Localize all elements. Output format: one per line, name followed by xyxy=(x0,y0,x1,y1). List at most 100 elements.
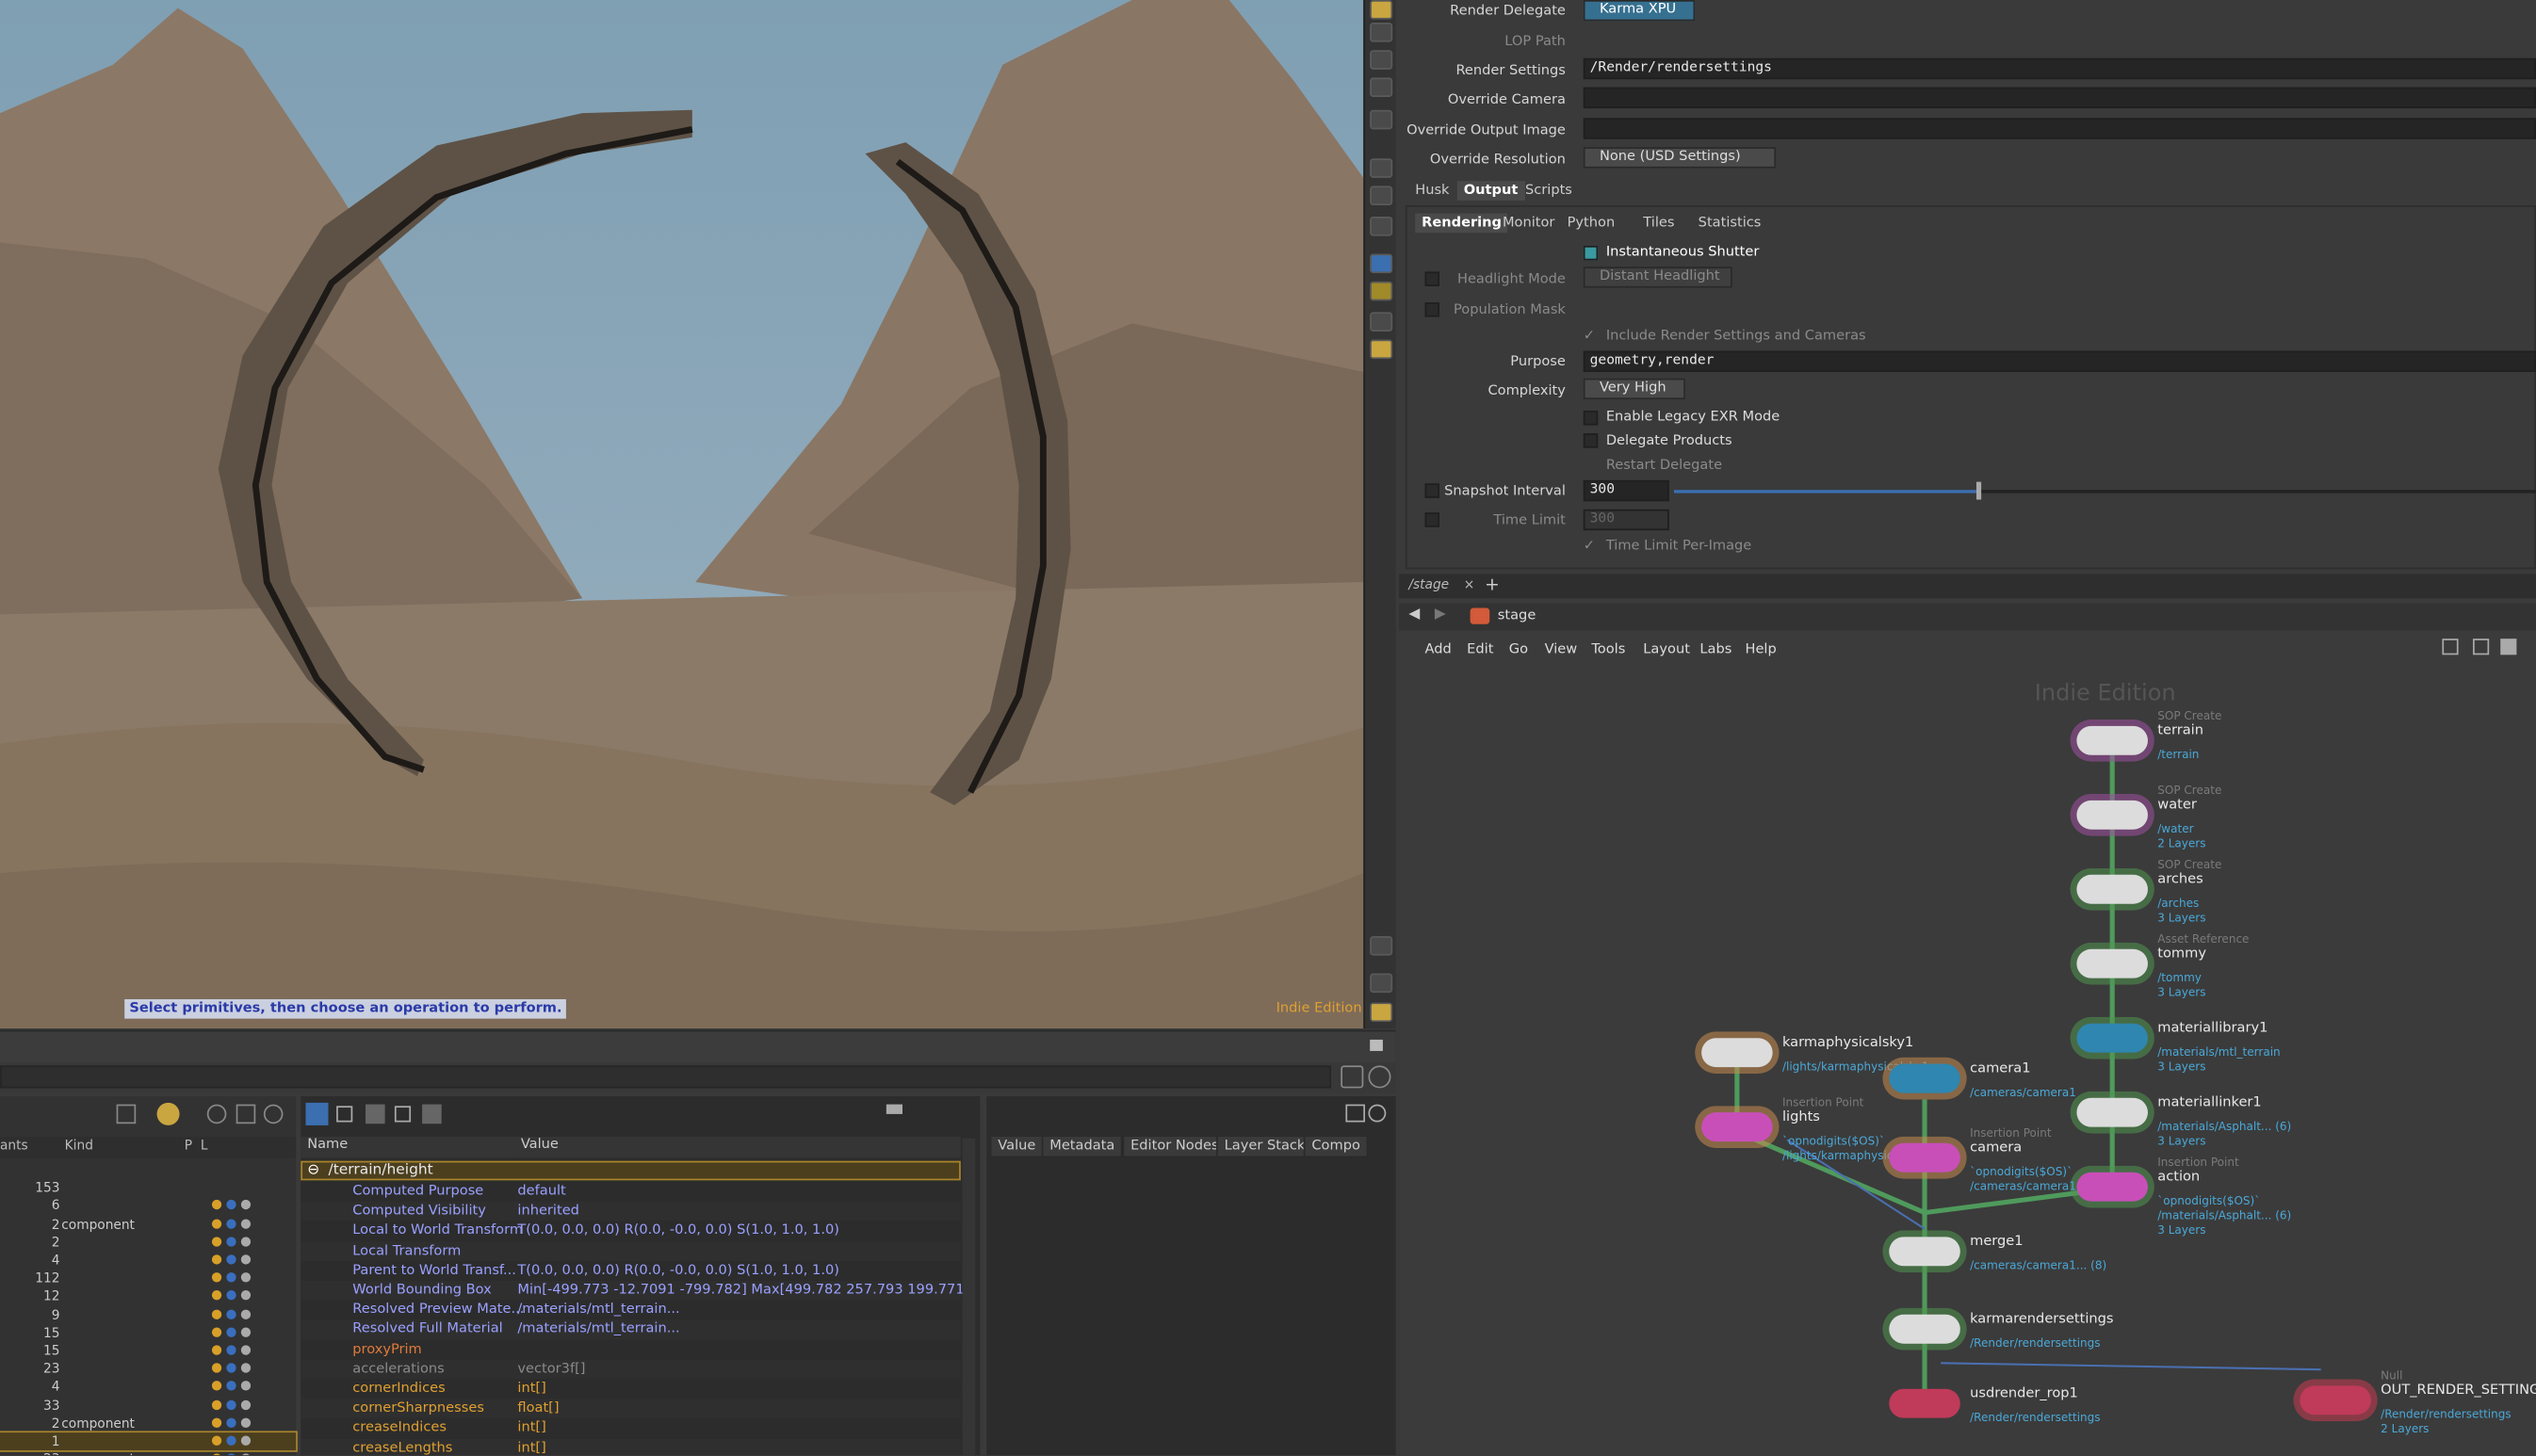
descendants-header[interactable]: ants xyxy=(0,1139,28,1153)
node-name[interactable]: camera1 xyxy=(1970,1060,2030,1076)
node-name[interactable]: merge1 xyxy=(1970,1234,2023,1250)
slider-handle[interactable] xyxy=(1975,481,1982,500)
attribute-row[interactable]: cornerSharpnesses float[] xyxy=(301,1399,961,1419)
network-node[interactable] xyxy=(1889,1142,1960,1173)
view-icon[interactable] xyxy=(1370,312,1393,332)
node-name[interactable]: usdrender_rop1 xyxy=(1970,1385,2078,1401)
pane-menu-icon[interactable] xyxy=(1370,1039,1383,1051)
visibility-icons[interactable] xyxy=(211,1415,273,1431)
eye-icon[interactable] xyxy=(226,1308,236,1319)
value-pane-tab[interactable]: Layer Stack xyxy=(1216,1135,1313,1158)
rendering-subtab[interactable]: Rendering xyxy=(1415,213,1508,234)
camera-icon[interactable] xyxy=(1345,1104,1366,1123)
render-settings-field[interactable]: /Render/rendersettings xyxy=(1583,57,2536,80)
node-name[interactable]: OUT_RENDER_SETTINGS xyxy=(2381,1383,2536,1399)
select-icon[interactable] xyxy=(240,1290,252,1302)
scene-path-field[interactable] xyxy=(0,1065,1331,1089)
value-pane-tab[interactable]: Editor Nodes xyxy=(1122,1135,1227,1158)
power-icon[interactable] xyxy=(211,1399,222,1410)
scene-graph-row[interactable]: 15 xyxy=(0,1324,296,1342)
complexity-menu[interactable]: Very High xyxy=(1583,378,1685,400)
attribute-row[interactable]: Local to World Transform T(0.0, 0.0, 0.0)… xyxy=(301,1221,961,1241)
select-icon[interactable] xyxy=(240,1453,252,1456)
scene-graph-row[interactable]: 112 xyxy=(0,1270,296,1287)
select-icon[interactable] xyxy=(240,1272,252,1283)
power-icon[interactable] xyxy=(211,1237,222,1247)
override-res-menu[interactable]: None (USD Settings) xyxy=(1583,147,1777,169)
eye-icon[interactable] xyxy=(226,1272,236,1283)
network-node[interactable] xyxy=(2076,1097,2148,1127)
network-node[interactable] xyxy=(1889,1237,1960,1267)
node-name[interactable]: water xyxy=(2157,797,2197,813)
visibility-icons[interactable] xyxy=(211,1378,273,1394)
power-icon[interactable] xyxy=(211,1453,222,1456)
scene-graph-row[interactable]: 2 component xyxy=(0,1415,296,1432)
select-icon[interactable] xyxy=(240,1327,252,1337)
select-icon[interactable] xyxy=(240,1345,252,1355)
eye-icon[interactable] xyxy=(226,1237,236,1247)
select-icon[interactable] xyxy=(240,1254,252,1265)
scene-graph-row[interactable]: 33 xyxy=(0,1397,296,1415)
l-header[interactable]: L xyxy=(201,1139,208,1153)
node-name[interactable]: karmaphysicalsky1 xyxy=(1782,1035,1913,1051)
scene-graph-row[interactable]: 4 xyxy=(0,1378,296,1396)
group-row[interactable]: ⊖ /terrain/height xyxy=(301,1160,961,1181)
info-icon[interactable] xyxy=(1370,973,1393,994)
headlight-menu[interactable]: Distant Headlight xyxy=(1583,267,1732,288)
override-output-field[interactable] xyxy=(1583,118,2536,139)
highlight-icon[interactable] xyxy=(1370,339,1393,360)
time-limit-toggle[interactable] xyxy=(1424,512,1439,527)
network-node[interactable] xyxy=(2076,800,2148,830)
time-limit-field[interactable]: 300 xyxy=(1583,509,1669,531)
select-icon[interactable] xyxy=(240,1435,252,1446)
power-icon[interactable] xyxy=(211,1254,222,1265)
pin-icon[interactable] xyxy=(1341,1065,1364,1089)
rendering-subtab[interactable]: Tiles xyxy=(1636,214,1681,234)
power-icon[interactable] xyxy=(211,1290,222,1302)
scrollbar[interactable] xyxy=(962,1138,976,1456)
columns-icon[interactable] xyxy=(366,1104,385,1124)
override-camera-field[interactable] xyxy=(1583,87,2536,109)
node-name[interactable]: terrain xyxy=(2157,722,2203,738)
visibility-icons[interactable] xyxy=(211,1432,273,1448)
scene-graph-row[interactable]: 6 xyxy=(0,1197,296,1215)
visibility-icons[interactable] xyxy=(211,1197,273,1213)
scene-graph-row[interactable] xyxy=(0,1161,296,1179)
power-icon[interactable] xyxy=(211,1417,222,1428)
power-icon[interactable] xyxy=(211,1327,222,1337)
select-icon[interactable] xyxy=(240,1363,252,1373)
p-header[interactable]: P xyxy=(185,1139,192,1153)
node-name[interactable]: karmarendersettings xyxy=(1970,1311,2113,1327)
node-name[interactable]: camera xyxy=(1970,1140,2022,1156)
node-name[interactable]: tommy xyxy=(2157,946,2206,962)
attribute-row[interactable]: creaseLengths int[] xyxy=(301,1438,961,1456)
legacy-exr-checkbox[interactable] xyxy=(1583,411,1599,426)
grid-icon[interactable] xyxy=(422,1104,442,1124)
bulb-icon[interactable] xyxy=(1370,50,1393,70)
param-tab[interactable]: Husk xyxy=(1408,181,1455,201)
layout-icon[interactable] xyxy=(1370,1002,1393,1023)
scene-graph-row[interactable]: 12 xyxy=(0,1287,296,1305)
light-icon[interactable] xyxy=(1370,23,1393,42)
eye-icon[interactable] xyxy=(226,1290,236,1302)
instantaneous-shutter-checkbox[interactable] xyxy=(1583,245,1599,261)
power-icon[interactable] xyxy=(211,1363,222,1373)
network-editor[interactable]: /stage × + ◀ ▶ stage Add Edit Go View Tools L… xyxy=(1399,574,2536,1456)
sync-icon[interactable] xyxy=(156,1102,180,1125)
eye-icon[interactable] xyxy=(226,1345,236,1355)
attribute-row[interactable]: accelerations vector3f[] xyxy=(301,1359,961,1380)
snapshot-toggle[interactable] xyxy=(1424,483,1439,498)
select-icon[interactable] xyxy=(240,1308,252,1319)
visibility-icons[interactable] xyxy=(211,1450,273,1456)
visibility-icons[interactable] xyxy=(211,1324,273,1340)
pause-icon[interactable] xyxy=(1370,186,1393,206)
visibility-icons[interactable] xyxy=(211,1252,273,1268)
eye-icon[interactable] xyxy=(226,1417,236,1428)
param-tab[interactable]: Output xyxy=(1456,181,1525,201)
attribute-row[interactable]: proxyPrim xyxy=(301,1339,961,1360)
visibility-icons[interactable] xyxy=(211,1397,273,1413)
eye-icon[interactable] xyxy=(226,1399,236,1410)
camera-icon[interactable] xyxy=(1370,109,1393,130)
select-icon[interactable] xyxy=(240,1399,252,1410)
grid-icon[interactable] xyxy=(1370,281,1393,301)
